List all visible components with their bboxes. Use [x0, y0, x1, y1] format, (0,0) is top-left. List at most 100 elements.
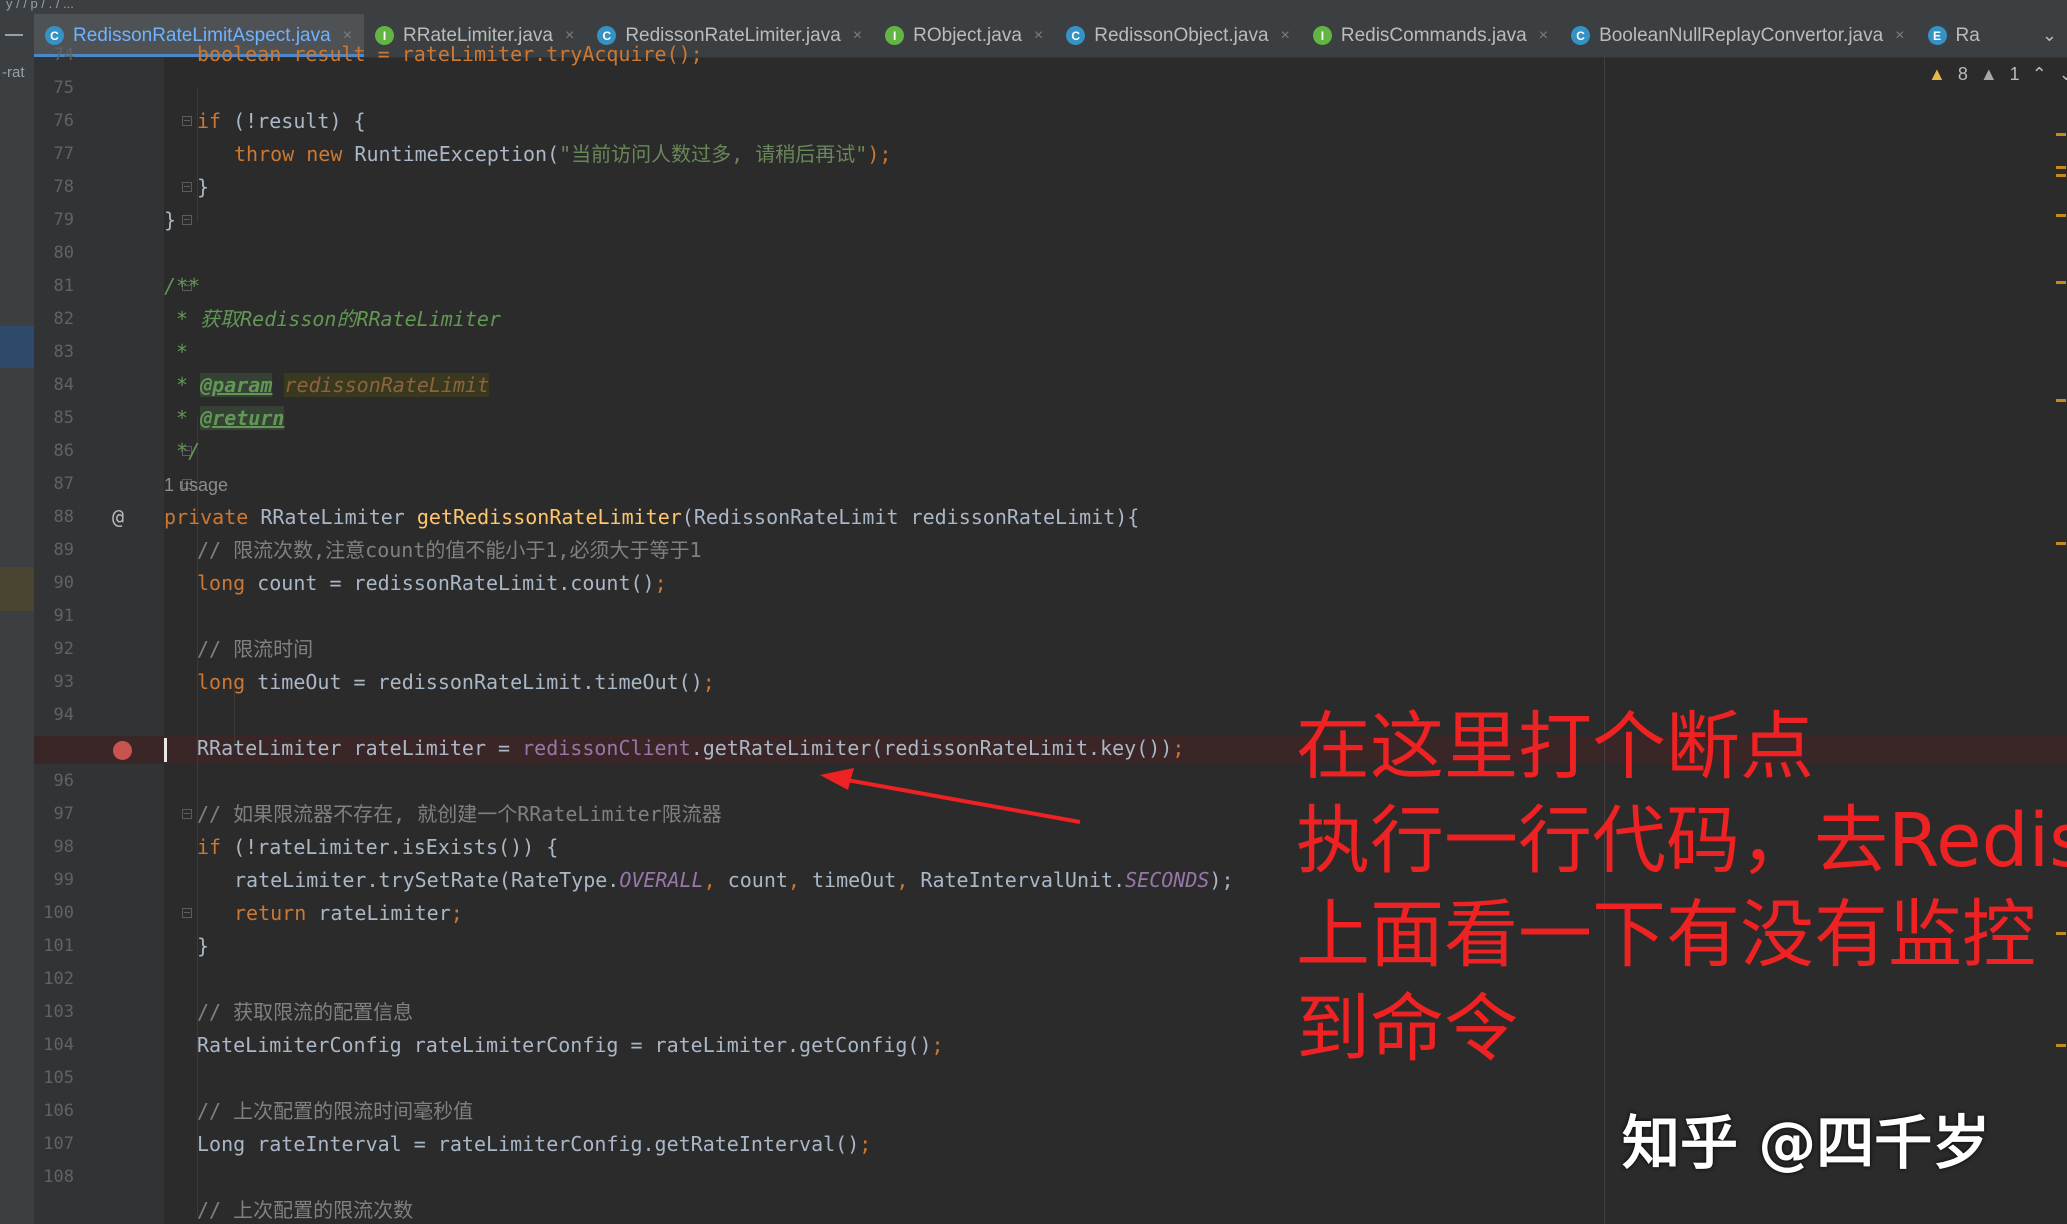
- line-number[interactable]: 98: [34, 837, 74, 857]
- next-problem-icon[interactable]: ⌄: [2059, 64, 2067, 85]
- line-number[interactable]: 102: [34, 969, 74, 989]
- line-number[interactable]: 82: [34, 309, 74, 329]
- line-number[interactable]: 83: [34, 342, 74, 362]
- line-number[interactable]: 78: [34, 177, 74, 197]
- weak-warning-count[interactable]: 1: [2010, 64, 2020, 85]
- line-comment: // 获取限流的配置信息: [197, 1000, 414, 1024]
- code-token: );: [867, 142, 892, 166]
- line-number[interactable]: 105: [34, 1068, 74, 1088]
- code-token: }: [197, 175, 210, 199]
- annotation-line: 上面看一下有没有监控: [1296, 892, 2036, 978]
- close-icon[interactable]: ×: [1281, 27, 1290, 45]
- weak-warning-icon: ▲: [1979, 64, 1998, 84]
- line-number[interactable]: 91: [34, 606, 74, 626]
- line-number[interactable]: 97: [34, 804, 74, 824]
- usage-hint[interactable]: 1 usage: [164, 473, 228, 496]
- line-number[interactable]: 94: [34, 705, 74, 725]
- code-line-94: RRateLimiter rateLimiter = redissonClien…: [197, 737, 1184, 759]
- minimize-icon[interactable]: [5, 34, 23, 36]
- error-stripe-mark[interactable]: [2056, 542, 2066, 545]
- editor-tab[interactable]: I RedisCommands.java ×: [1302, 14, 1560, 57]
- line-number[interactable]: 93: [34, 672, 74, 692]
- close-icon[interactable]: ×: [853, 27, 862, 45]
- tab-label: BooleanNullReplayConvertor.java: [1599, 24, 1884, 46]
- previous-problem-icon[interactable]: ⌃: [2032, 64, 2047, 85]
- code-token: (RedissonRateLimit redissonRateLimit){: [681, 505, 1140, 529]
- code-line-76: if (!result) {: [197, 110, 366, 132]
- line-comment: // 限流次数,注意count的值不能小于1,必须大于等于1: [197, 538, 702, 562]
- code-line-85: * @return: [164, 406, 285, 430]
- line-number[interactable]: 84: [34, 375, 74, 395]
- line-number[interactable]: 76: [34, 111, 74, 131]
- interface-file-icon: I: [1312, 26, 1332, 45]
- enum-file-icon: E: [1927, 26, 1947, 45]
- override-marker-icon[interactable]: @: [112, 505, 124, 529]
- code-line-84: * @param redissonRateLimit: [164, 373, 490, 397]
- line-number[interactable]: 92: [34, 639, 74, 659]
- inspection-widget[interactable]: ▲ 8 ▲ 1 ⌃ ⌄: [1928, 64, 2067, 85]
- line-number[interactable]: 74: [34, 45, 74, 65]
- line-number[interactable]: 81: [34, 276, 74, 296]
- line-number[interactable]: 100: [34, 903, 74, 923]
- error-stripe-mark[interactable]: [2056, 281, 2066, 284]
- annotation-line: 在这里打个断点: [1296, 704, 1814, 790]
- line-number[interactable]: 88: [34, 507, 74, 527]
- error-stripe-mark[interactable]: [2056, 166, 2066, 169]
- line-number[interactable]: 77: [34, 144, 74, 164]
- breadcrumb: y / / p / . / ...: [6, 0, 74, 11]
- line-number[interactable]: 87: [34, 474, 74, 494]
- doc-tag: @return: [200, 406, 285, 430]
- line-number[interactable]: 108: [34, 1167, 74, 1187]
- code-token: long: [197, 670, 246, 694]
- code-line-91: // 限流时间: [197, 638, 313, 660]
- error-stripe-mark[interactable]: [2056, 399, 2066, 402]
- line-number[interactable]: 107: [34, 1134, 74, 1154]
- line-number[interactable]: 79: [34, 210, 74, 230]
- line-number[interactable]: 89: [34, 540, 74, 560]
- editor-tab[interactable]: C BooleanNullReplayConvertor.java ×: [1560, 14, 1916, 57]
- line-number[interactable]: 101: [34, 936, 74, 956]
- code-token: return: [234, 901, 307, 925]
- doc-comment: */: [164, 439, 201, 463]
- editor-tab[interactable]: C RedissonObject.java ×: [1055, 14, 1302, 57]
- line-number[interactable]: 86: [34, 441, 74, 461]
- warning-count[interactable]: 8: [1958, 64, 1968, 85]
- line-number[interactable]: 80: [34, 243, 74, 263]
- top-strip: y / / p / . / ...: [0, 0, 2067, 15]
- editor-tab[interactable]: I RObject.java ×: [874, 14, 1055, 57]
- close-icon[interactable]: ×: [1539, 27, 1548, 45]
- project-panel-label: -rat: [2, 64, 25, 81]
- close-icon[interactable]: ×: [1034, 27, 1043, 45]
- line-number[interactable]: 103: [34, 1002, 74, 1022]
- line-number[interactable]: 99: [34, 870, 74, 890]
- doc-comment: /**: [164, 274, 201, 298]
- error-stripe-mark[interactable]: [2056, 174, 2066, 177]
- interface-file-icon: I: [885, 26, 905, 45]
- usage-hint-text[interactable]: 1 usage: [164, 475, 228, 495]
- line-number[interactable]: 104: [34, 1035, 74, 1055]
- close-icon[interactable]: ×: [1895, 27, 1904, 45]
- text-caret: [164, 738, 167, 762]
- code-line-88: // 限流次数,注意count的值不能小于1,必须大于等于1: [197, 539, 702, 561]
- line-number[interactable]: 96: [34, 771, 74, 791]
- code-token: if: [197, 835, 222, 859]
- class-file-icon: C: [45, 26, 64, 45]
- breakpoint-icon[interactable]: [113, 741, 132, 760]
- doc-comment: *: [164, 373, 201, 397]
- editor-tab[interactable]: E Ra: [1917, 14, 1992, 57]
- line-number[interactable]: 106: [34, 1101, 74, 1121]
- code-line-105: // 上次配置的限流时间毫秒值: [197, 1100, 473, 1122]
- doc-comment: *: [164, 406, 201, 430]
- error-stripe-mark[interactable]: [2056, 214, 2066, 217]
- code-token: ;: [654, 571, 667, 595]
- class-file-icon: C: [1571, 26, 1591, 45]
- tab-overflow-icon[interactable]: ⌄: [2032, 14, 2067, 57]
- line-comment: // 限流时间: [197, 637, 314, 661]
- line-number[interactable]: 90: [34, 573, 74, 593]
- line-number[interactable]: 75: [34, 78, 74, 98]
- code-line-83: *: [164, 341, 188, 363]
- code-token: long: [197, 571, 246, 595]
- indent-guide: [197, 87, 198, 222]
- error-stripe-mark[interactable]: [2056, 133, 2066, 136]
- line-number[interactable]: 85: [34, 408, 74, 428]
